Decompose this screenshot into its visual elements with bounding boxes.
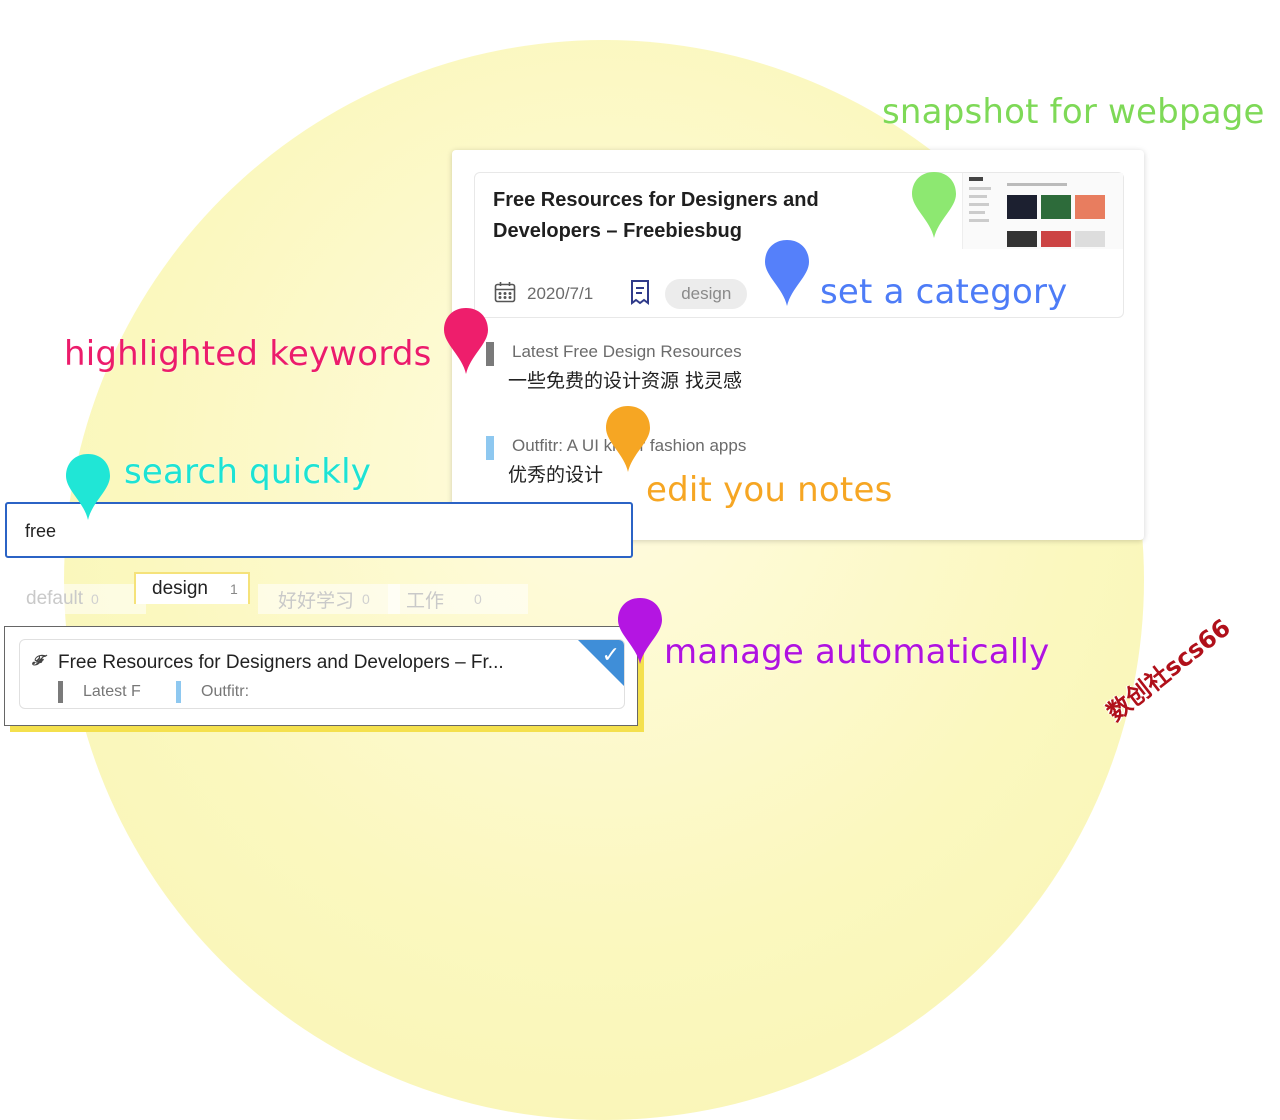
note-highlight-bar: [58, 681, 63, 703]
tab-label: design: [152, 578, 208, 599]
site-favicon-icon: 𝓕: [32, 652, 43, 668]
map-pin-icon: [765, 240, 809, 306]
tab-label: 工作: [406, 590, 445, 612]
category-tabs: default 0 design 1 好好学习 0 工作 0: [8, 572, 528, 614]
note-highlight-bar: [486, 436, 494, 460]
callout-manage: manage automatically: [664, 632, 1050, 672]
result-note-text: Outfitr:: [201, 683, 250, 700]
callout-highlight: highlighted keywords: [64, 334, 432, 374]
tab-count: 0: [474, 591, 482, 607]
callout-snapshot: snapshot for webpage: [882, 92, 1265, 132]
tab-count: 0: [91, 591, 99, 607]
bookmark-title: Free Resources for Designers and Develop…: [493, 189, 819, 242]
calendar-icon: [493, 280, 517, 309]
bookmark-meta: 2020/7/1 design: [493, 277, 748, 311]
tab-count: 0: [362, 591, 370, 607]
tab-label: 好好学习: [278, 590, 355, 612]
map-pin-icon: [66, 454, 110, 520]
category-chip[interactable]: design: [665, 279, 748, 309]
tab-work[interactable]: 工作 0: [388, 584, 528, 614]
tab-default[interactable]: default 0: [8, 584, 146, 614]
receipt-icon[interactable]: [629, 279, 651, 310]
note-text[interactable]: 优秀的设计: [508, 460, 603, 487]
map-pin-icon: [444, 308, 488, 374]
result-note-text: Latest F: [83, 683, 141, 700]
callout-category: set a category: [820, 272, 1068, 312]
result-note: Latest F: [58, 680, 141, 704]
tab-count: 1: [230, 581, 238, 597]
tab-label: default: [26, 588, 84, 609]
note-highlight-bar: [176, 681, 181, 703]
map-pin-icon: [618, 598, 662, 664]
tab-design[interactable]: design 1: [134, 572, 250, 604]
result-list: 𝓕 Free Resources for Designers and Devel…: [4, 626, 638, 726]
webpage-snapshot[interactable]: [962, 173, 1123, 249]
map-pin-icon: [606, 406, 650, 472]
note-text[interactable]: 一些免费的设计资源 找灵感: [508, 366, 742, 393]
note-quote: Latest Free Design Resources: [512, 342, 742, 361]
map-pin-icon: [912, 172, 956, 238]
bookmark-date: 2020/7/1: [527, 284, 594, 303]
tab-study[interactable]: 好好学习 0: [258, 584, 400, 614]
callout-notes: edit you notes: [646, 470, 893, 510]
result-title[interactable]: Free Resources for Designers and Develop…: [58, 652, 504, 674]
callout-search: search quickly: [124, 452, 372, 492]
result-item[interactable]: 𝓕 Free Resources for Designers and Devel…: [19, 639, 625, 709]
result-note: Outfitr:: [176, 680, 249, 704]
